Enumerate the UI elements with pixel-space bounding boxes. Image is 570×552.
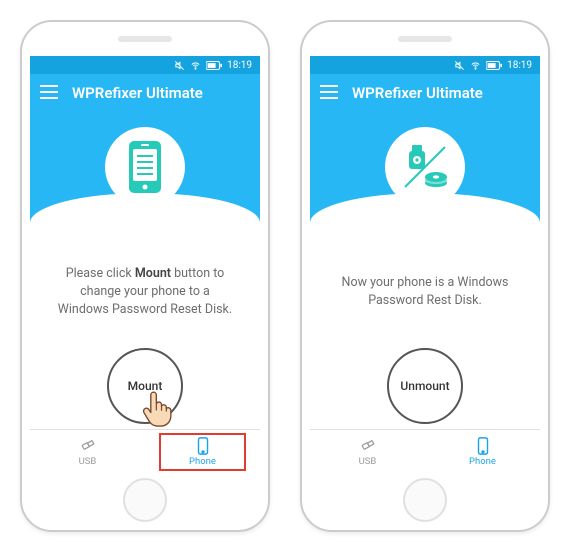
bottom-tabs: USB Phone xyxy=(30,429,260,474)
mute-icon xyxy=(454,60,465,71)
phone-speaker xyxy=(118,36,172,42)
tab-usb[interactable]: USB xyxy=(30,430,145,474)
hero-circle xyxy=(105,127,185,207)
tab-phone-label: Phone xyxy=(189,456,216,467)
mount-button[interactable]: Mount xyxy=(107,348,183,424)
phone-tab-icon xyxy=(196,437,210,455)
app-title: WPRefixer Ultimate xyxy=(352,84,483,102)
mute-icon xyxy=(174,60,185,71)
status-bar: 18:19 xyxy=(30,56,260,74)
phone-speaker xyxy=(398,36,452,42)
tab-phone-label: Phone xyxy=(469,456,496,467)
instruction-text: Please click Mount button to change your… xyxy=(30,222,260,342)
app-title: WPRefixer Ultimate xyxy=(72,84,203,102)
phone-frame-left: 18:19 WPRefixer Ultimate xyxy=(20,20,270,532)
usb-cd-icon xyxy=(395,137,455,197)
app-header: WPRefixer Ultimate xyxy=(30,74,260,112)
tab-usb-label: USB xyxy=(79,456,97,467)
menu-icon[interactable] xyxy=(320,84,338,103)
screen-right: 18:19 WPRefixer Ultimate xyxy=(310,56,540,474)
tab-phone[interactable]: Phone xyxy=(145,430,260,474)
home-button[interactable] xyxy=(123,478,167,522)
wifi-icon xyxy=(470,60,481,71)
hero-area xyxy=(30,112,260,222)
wifi-icon xyxy=(190,60,201,71)
status-time: 18:19 xyxy=(227,60,252,71)
usb-icon xyxy=(359,437,377,455)
phone-frame-right: 18:19 WPRefixer Ultimate xyxy=(300,20,550,532)
home-button[interactable] xyxy=(403,478,447,522)
usb-icon xyxy=(79,437,97,455)
tab-usb-label: USB xyxy=(359,456,377,467)
phone-device-icon xyxy=(123,139,167,195)
unmount-button[interactable]: Unmount xyxy=(387,348,463,424)
hero-area xyxy=(310,112,540,222)
app-header: WPRefixer Ultimate xyxy=(310,74,540,112)
battery-icon xyxy=(206,61,222,70)
action-area: Mount xyxy=(30,342,260,429)
tab-usb[interactable]: USB xyxy=(310,430,425,474)
action-area: Unmount xyxy=(310,342,540,429)
tab-phone[interactable]: Phone xyxy=(425,430,540,474)
instruction-text: Now your phone is a Windows Password Res… xyxy=(310,222,540,342)
menu-icon[interactable] xyxy=(40,84,58,103)
phone-tab-icon xyxy=(476,437,490,455)
status-bar: 18:19 xyxy=(310,56,540,74)
bottom-tabs: USB Phone xyxy=(310,429,540,474)
screen-left: 18:19 WPRefixer Ultimate xyxy=(30,56,260,474)
hero-circle xyxy=(385,127,465,207)
battery-icon xyxy=(486,61,502,70)
status-time: 18:19 xyxy=(507,60,532,71)
